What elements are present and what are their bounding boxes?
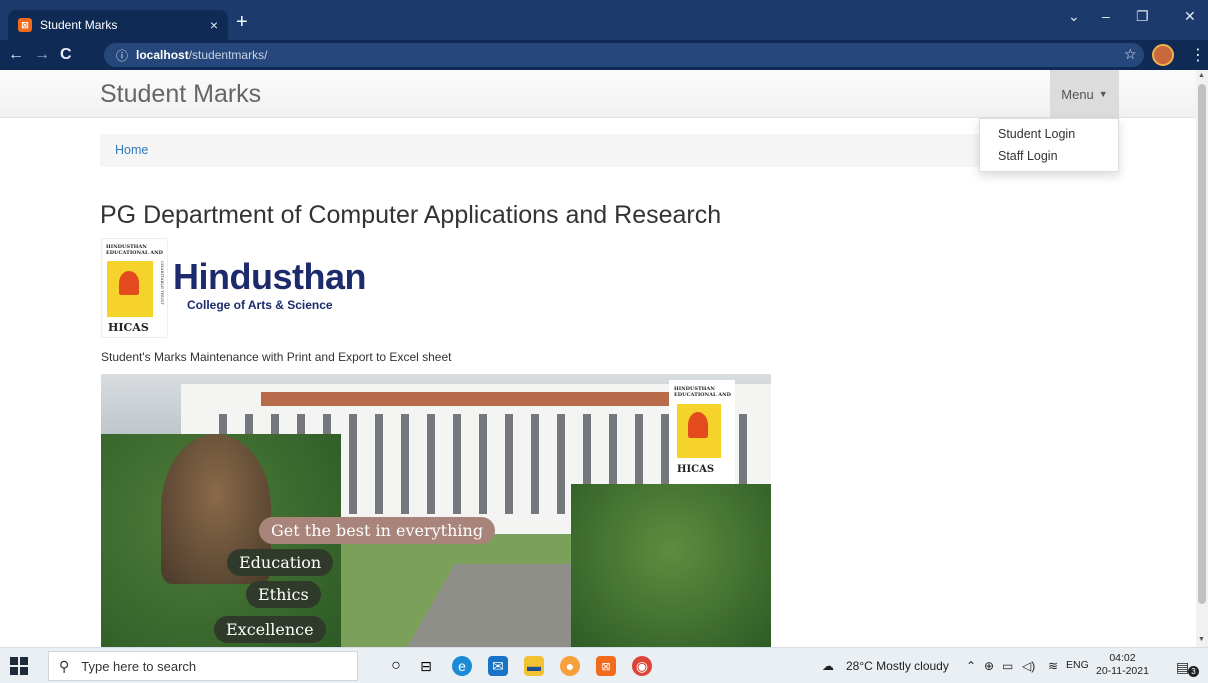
address-bar[interactable]: ⓘ localhost /studentmarks/ (104, 43, 1144, 67)
new-tab-button[interactable]: + (236, 12, 248, 32)
mail-icon[interactable]: ✉ (488, 656, 508, 676)
volume-icon[interactable]: ◁) (1022, 659, 1035, 673)
logo-name: Hindusthan (173, 256, 366, 297)
emblem-bottom-text: HICAS (108, 321, 149, 334)
tab-title: Student Marks (40, 18, 118, 32)
profile-avatar[interactable] (1152, 44, 1174, 66)
url-host: localhost (136, 48, 189, 62)
site-info-icon[interactable]: ⓘ (116, 47, 128, 64)
back-icon[interactable]: ← (8, 45, 24, 65)
scroll-down-icon[interactable]: ▼ (1198, 636, 1205, 643)
notification-center-icon[interactable]: ▤ (1176, 659, 1189, 676)
notification-count-badge: 3 (1188, 666, 1199, 677)
battery-icon[interactable]: ▭ (1002, 659, 1013, 673)
clock-time: 04:02 (1109, 652, 1136, 664)
emblem-top-text: HINDUSTHAN EDUCATIONAL AND (106, 244, 163, 256)
wifi-icon[interactable]: ≋ (1048, 659, 1058, 673)
menu-dropdown-toggle[interactable]: Menu ▼ (1050, 70, 1119, 118)
photo-caption-ethics: Ethics (246, 581, 321, 608)
chrome-menu-icon[interactable]: ⋮ (1190, 45, 1206, 65)
browser-tab[interactable]: ⊠ Student Marks × (8, 10, 228, 40)
firefox-icon[interactable]: ● (560, 656, 580, 676)
windows-start-icon[interactable] (10, 657, 28, 675)
campus-photo: HINDUSTHAN EDUCATIONAL AND HICAS Get the… (101, 374, 771, 647)
emblem-side-text: CHARITABLE TRUST (160, 261, 165, 305)
reload-icon[interactable]: C (60, 45, 72, 65)
forward-icon[interactable]: → (34, 45, 50, 65)
scroll-thumb[interactable] (1198, 84, 1206, 604)
tab-close-icon[interactable]: × (210, 17, 218, 33)
url-path: /studentmarks/ (188, 48, 268, 62)
tab-search-icon[interactable]: ⌄ (1068, 8, 1080, 25)
page-viewport: Student Marks Menu ▼ Student Login Staff… (0, 70, 1196, 647)
xampp-icon[interactable]: ⊠ (596, 656, 616, 676)
restore-button[interactable]: ❐ (1136, 8, 1149, 25)
task-view-icon[interactable]: ⊟ (416, 656, 436, 676)
menu-dropdown: Student Login Staff Login (979, 118, 1119, 172)
menu-label: Menu (1061, 86, 1094, 102)
language-indicator[interactable]: ENG (1066, 659, 1089, 671)
search-placeholder: Type here to search (81, 658, 197, 674)
bookmark-star-icon[interactable]: ☆ (1124, 46, 1137, 63)
chrome-icon[interactable]: ◉ (632, 656, 652, 676)
site-brand[interactable]: Student Marks (100, 80, 261, 109)
page-title: PG Department of Computer Applications a… (100, 201, 722, 229)
torch-icon (119, 271, 139, 295)
photo-emblem: HINDUSTHAN EDUCATIONAL AND HICAS (669, 380, 735, 484)
logo-subtitle: College of Arts & Science (187, 298, 333, 312)
search-icon: ⚲ (59, 657, 70, 674)
browser-toolbar: ← → C ⓘ localhost /studentmarks/ ☆ ⋮ (0, 40, 1208, 70)
page-scrollbar[interactable]: ▲ ▼ (1196, 70, 1208, 647)
weather-icon[interactable]: ☁ (822, 659, 834, 673)
file-explorer-icon[interactable]: ▬ (524, 656, 544, 676)
close-window-button[interactable]: ✕ (1184, 8, 1196, 25)
weather-text[interactable]: 28°C Mostly cloudy (846, 659, 949, 673)
edge-icon[interactable]: e (452, 656, 472, 676)
minimize-button[interactable]: – (1102, 8, 1110, 24)
taskbar-clock[interactable]: 04:02 20-11-2021 (1096, 652, 1149, 678)
tray-overflow-icon[interactable]: ⌃ (966, 659, 976, 673)
scroll-up-icon[interactable]: ▲ (1198, 72, 1205, 79)
hicas-emblem: HINDUSTHAN EDUCATIONAL AND CHARITABLE TR… (101, 238, 168, 338)
caret-down-icon: ▼ (1098, 89, 1108, 99)
windows-taskbar: ⚲ Type here to search ○ ⊟ e ✉ ▬ ● ⊠ ◉ ☁ … (0, 647, 1208, 683)
browser-tab-strip: ⊠ Student Marks × + ⌄ – ❐ ✕ (0, 0, 1208, 40)
photo-caption-best: Get the best in everything (259, 517, 496, 544)
taskbar-search[interactable]: ⚲ Type here to search (48, 651, 358, 681)
breadcrumb-home-link[interactable]: Home (115, 143, 148, 157)
student-login-link[interactable]: Student Login (980, 123, 1118, 145)
cortana-icon[interactable]: ○ (386, 656, 406, 676)
torch-icon (688, 412, 708, 438)
meet-icon[interactable]: ⊕ (984, 659, 994, 673)
site-navbar: Student Marks Menu ▼ (0, 70, 1196, 118)
clock-date: 20-11-2021 (1096, 665, 1149, 677)
photo-caption-education: Education (227, 549, 334, 576)
tagline: Student's Marks Maintenance with Print a… (101, 350, 452, 364)
breadcrumb: Home (100, 134, 1118, 167)
staff-login-link[interactable]: Staff Login (980, 145, 1118, 167)
college-logo: HINDUSTHAN EDUCATIONAL AND CHARITABLE TR… (101, 238, 371, 338)
xampp-favicon-icon: ⊠ (18, 18, 32, 32)
photo-caption-excellence: Excellence (214, 616, 326, 643)
